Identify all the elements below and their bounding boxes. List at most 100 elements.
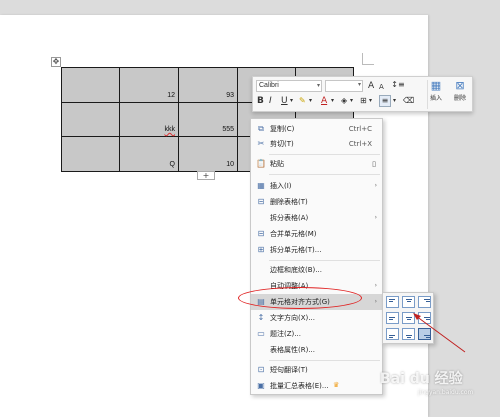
chevron-right-icon: › <box>374 298 377 305</box>
menu-item-table-properties[interactable]: 表格属性(R)... <box>251 342 382 358</box>
merge-cells-icon: ⊟ <box>257 229 265 238</box>
menu-item-label: 批量汇总表格(E)... <box>270 382 329 390</box>
menu-item-label: 短句翻译(T) <box>270 366 308 374</box>
menu-item-label: 粘贴 <box>270 160 284 168</box>
menu-divider <box>269 174 380 175</box>
menu-item-paste[interactable]: 📋 粘贴 ▯ <box>251 156 382 172</box>
menu-item-text-direction[interactable]: ↕ 文字方向(X)... <box>251 310 382 326</box>
table-cell[interactable]: 12 <box>119 67 179 103</box>
table-cell[interactable]: 555 <box>178 101 238 138</box>
shrink-font-icon[interactable]: A <box>379 82 384 92</box>
page-corner-mark <box>362 53 374 65</box>
table-delete-icon: ⊠ <box>455 79 465 92</box>
align-top-center-icon[interactable] <box>402 296 415 308</box>
italic-button[interactable]: I <box>269 96 272 106</box>
table-delete-icon: ⊟ <box>257 197 265 206</box>
table-cell[interactable] <box>61 136 120 172</box>
menu-item-copy[interactable]: ⧉ 复制(C) Ctrl+C <box>251 121 382 137</box>
insert-button[interactable]: ▦ 插入 <box>423 79 449 110</box>
menu-item-borders-shading[interactable]: 边框和底纹(B)... <box>251 262 382 278</box>
menu-item-shortcut: Ctrl+X <box>348 140 372 148</box>
menu-item-split-cells[interactable]: ⊞ 拆分单元格(T)... <box>251 242 382 258</box>
menu-item-split-table[interactable]: 拆分表格(A) › <box>251 210 382 226</box>
copy-icon: ⧉ <box>258 124 264 133</box>
chevron-down-icon[interactable]: ▾ <box>350 96 353 106</box>
underline-button[interactable]: U <box>281 96 288 106</box>
chevron-down-icon[interactable]: ▾ <box>290 96 293 106</box>
bold-button[interactable]: B <box>257 96 264 106</box>
table-cell[interactable]: 93 <box>178 67 238 103</box>
font-name-value: Calibri <box>259 82 279 89</box>
menu-item-label: 表格属性(R)... <box>270 346 316 354</box>
grow-font-icon[interactable]: A <box>368 81 374 91</box>
paste-options-icon[interactable]: ▯ <box>372 156 376 172</box>
menu-item-merge-cells[interactable]: ⊟ 合并单元格(M) <box>251 226 382 242</box>
menu-item-label: 剪切(T) <box>270 140 294 148</box>
font-color-icon[interactable]: A <box>321 96 327 106</box>
menu-item-label: 拆分单元格(T)... <box>270 246 322 254</box>
menu-item-label: 合并单元格(M) <box>270 230 317 238</box>
menu-item-shortcut: Ctrl+C <box>348 125 372 133</box>
menu-item-label: 文字方向(X)... <box>270 314 315 322</box>
annotation-arrow <box>413 313 466 353</box>
add-row-button[interactable]: + <box>197 171 215 180</box>
menu-item-label: 边框和底纹(B)... <box>270 266 322 274</box>
split-cells-icon: ⊞ <box>257 245 265 254</box>
menu-item-label: 删除表格(T) <box>270 198 308 206</box>
context-menu: ⧉ 复制(C) Ctrl+C ✂ 剪切(T) Ctrl+X 📋 粘贴 ▯ ▦ 插… <box>250 118 383 395</box>
chevron-down-icon[interactable]: ▾ <box>369 96 372 106</box>
menu-item-translate[interactable]: ⊡ 短句翻译(T) <box>251 362 382 378</box>
menu-item-delete-table[interactable]: ⊟ 删除表格(T) <box>251 194 382 210</box>
menu-item-caption[interactable]: ▭ 题注(Z)... <box>251 326 382 342</box>
line-spacing-icon[interactable]: ↕≡ <box>391 80 405 90</box>
chevron-down-icon: ▾ <box>357 81 361 88</box>
table-move-handle-icon[interactable]: ✥ <box>51 57 61 67</box>
menu-item-label: 复制(C) <box>270 125 295 133</box>
borders-icon[interactable]: ⊞ <box>360 96 367 106</box>
menu-item-insert[interactable]: ▦ 插入(I) › <box>251 178 382 194</box>
align-top-left-icon[interactable] <box>386 296 399 308</box>
shading-icon[interactable]: ◈ <box>341 96 347 106</box>
menu-divider <box>269 154 380 155</box>
translate-icon: ⊡ <box>257 365 265 374</box>
menu-item-label: 插入(I) <box>270 182 292 190</box>
insert-label: 插入 <box>429 95 442 102</box>
table-cell[interactable] <box>61 67 120 103</box>
annotation-ellipse <box>238 287 362 309</box>
batch-summary-icon: ▣ <box>257 381 265 390</box>
menu-item-cut[interactable]: ✂ 剪切(T) Ctrl+X <box>251 136 382 152</box>
eraser-icon[interactable]: ⌫ <box>403 96 414 106</box>
align-left-icon[interactable]: ≡ <box>379 95 391 107</box>
watermark-text: Bai du 经验 <box>380 371 463 387</box>
chevron-right-icon: › <box>374 282 377 289</box>
chevron-down-icon[interactable]: ▾ <box>331 96 334 106</box>
watermark-logo: Bai du 经验 jingyan.baidu.com <box>380 368 490 408</box>
scissors-icon: ✂ <box>257 139 265 148</box>
table-cell[interactable]: kkk <box>119 101 179 138</box>
menu-item-label: 题注(Z)... <box>270 330 301 338</box>
menu-divider <box>269 360 380 361</box>
delete-button[interactable]: ⊠ 删除 <box>447 79 473 110</box>
align-middle-left-icon[interactable] <box>386 312 399 324</box>
font-name-select[interactable]: Calibri ▾ <box>256 80 322 92</box>
align-top-right-icon[interactable] <box>418 296 431 308</box>
caption-icon: ▭ <box>257 329 265 338</box>
table-cell[interactable] <box>61 101 120 138</box>
highlighter-icon[interactable]: ✎ <box>299 96 306 106</box>
menu-divider <box>269 260 380 261</box>
text-direction-icon: ↕ <box>257 313 265 322</box>
table-cell[interactable]: Q <box>119 136 179 172</box>
watermark-subtext: jingyan.baidu.com <box>418 389 474 396</box>
delete-label: 删除 <box>453 95 466 102</box>
mini-toolbar: Calibri ▾ ▾ A A ↕≡ B I U ▾ ✎ ▾ A ▾ ◈ ▾ ⊞… <box>252 76 473 112</box>
align-bottom-left-icon[interactable] <box>386 328 399 340</box>
menu-item-label: 拆分表格(A) <box>270 214 309 222</box>
menu-item-batch-summary[interactable]: ▣ 批量汇总表格(E)... ♛ <box>251 378 382 394</box>
crown-icon: ♛ <box>333 381 340 389</box>
table-insert-icon: ▦ <box>430 79 442 92</box>
table-cell[interactable]: 10 <box>178 136 238 172</box>
chevron-down-icon[interactable]: ▾ <box>393 96 396 106</box>
table-insert-icon: ▦ <box>257 181 265 190</box>
chevron-down-icon[interactable]: ▾ <box>309 96 312 106</box>
font-size-select[interactable]: ▾ <box>325 80 363 92</box>
